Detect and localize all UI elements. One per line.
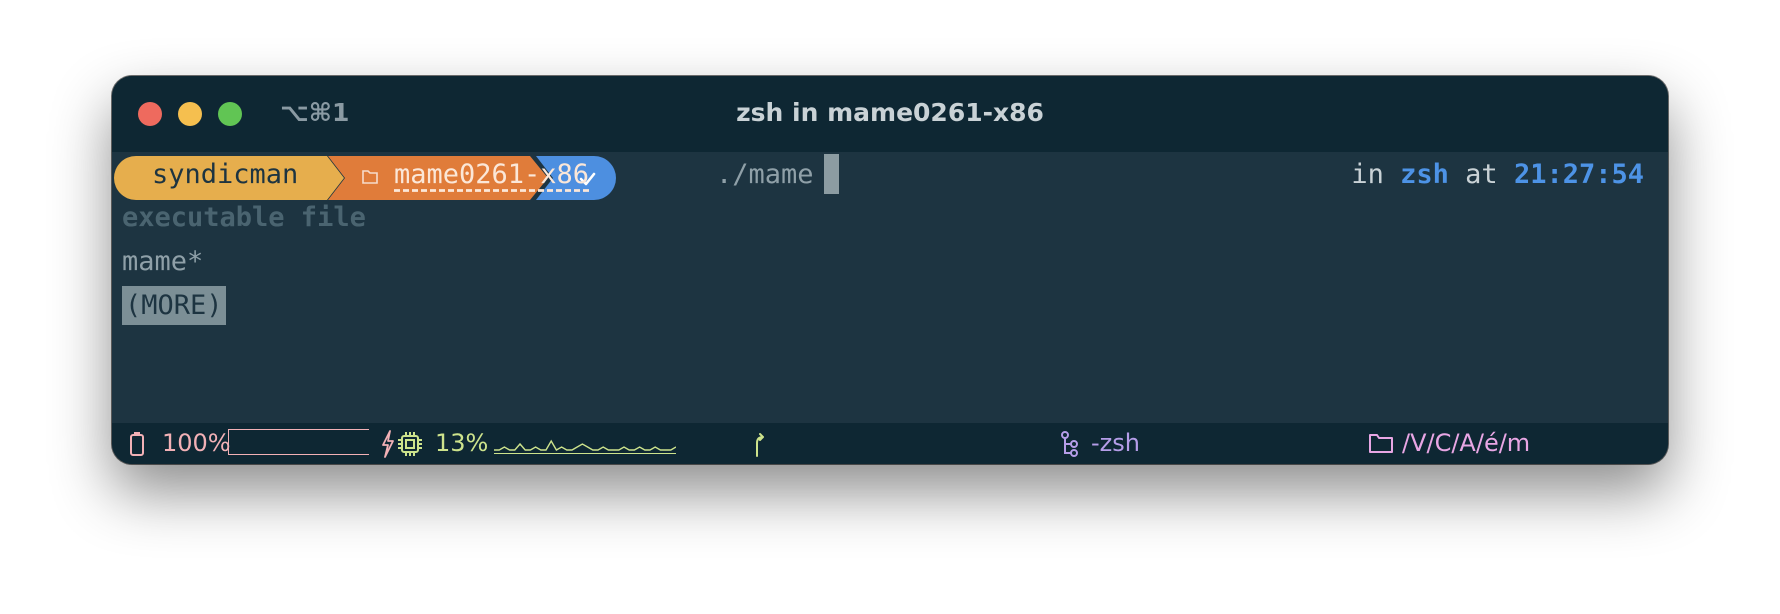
job-label: -zsh	[1091, 429, 1140, 457]
path-label[interactable]: /V/C/A/é/m	[1402, 429, 1530, 457]
battery-icon	[130, 432, 144, 456]
prompt-directory[interactable]: mame0261-x86	[394, 159, 589, 190]
battery-bar-fill	[229, 430, 369, 454]
cpu-sparkline	[494, 439, 676, 454]
more-indicator: (MORE)	[122, 286, 226, 325]
completion-heading: executable file	[122, 202, 366, 233]
folder-path-icon	[1369, 434, 1393, 453]
battery-percent: 100%	[162, 429, 231, 457]
cpu-sparkline-line	[494, 439, 676, 451]
right-shell-name: zsh	[1400, 159, 1449, 190]
right-at-label: at	[1465, 159, 1498, 190]
right-prompt: in zsh at 21:27:54	[1351, 159, 1644, 190]
right-time: 21:27:54	[1513, 159, 1644, 190]
prompt-user: syndicman	[152, 159, 299, 190]
terminal-window: ⌥⌘1 zsh in mame0261-x86 syndicman mame02…	[112, 76, 1668, 464]
cpu-icon	[398, 432, 422, 456]
window-title: zsh in mame0261-x86	[736, 98, 1044, 127]
battery-bar	[228, 429, 369, 455]
status-bar: 100% 13% -zsh /V/C/A/é/m	[112, 423, 1668, 464]
title-bar: ⌥⌘1 zsh in mame0261-x86	[112, 76, 1668, 152]
command-input[interactable]: ./mame	[716, 159, 814, 190]
cpu-percent: 13%	[435, 429, 489, 457]
text-cursor	[824, 154, 839, 194]
lightning-icon	[382, 430, 394, 458]
git-branch-icon	[756, 433, 764, 457]
completion-item[interactable]: mame*	[122, 246, 203, 277]
process-tree-icon	[1061, 431, 1078, 457]
right-in-label: in	[1351, 159, 1384, 190]
